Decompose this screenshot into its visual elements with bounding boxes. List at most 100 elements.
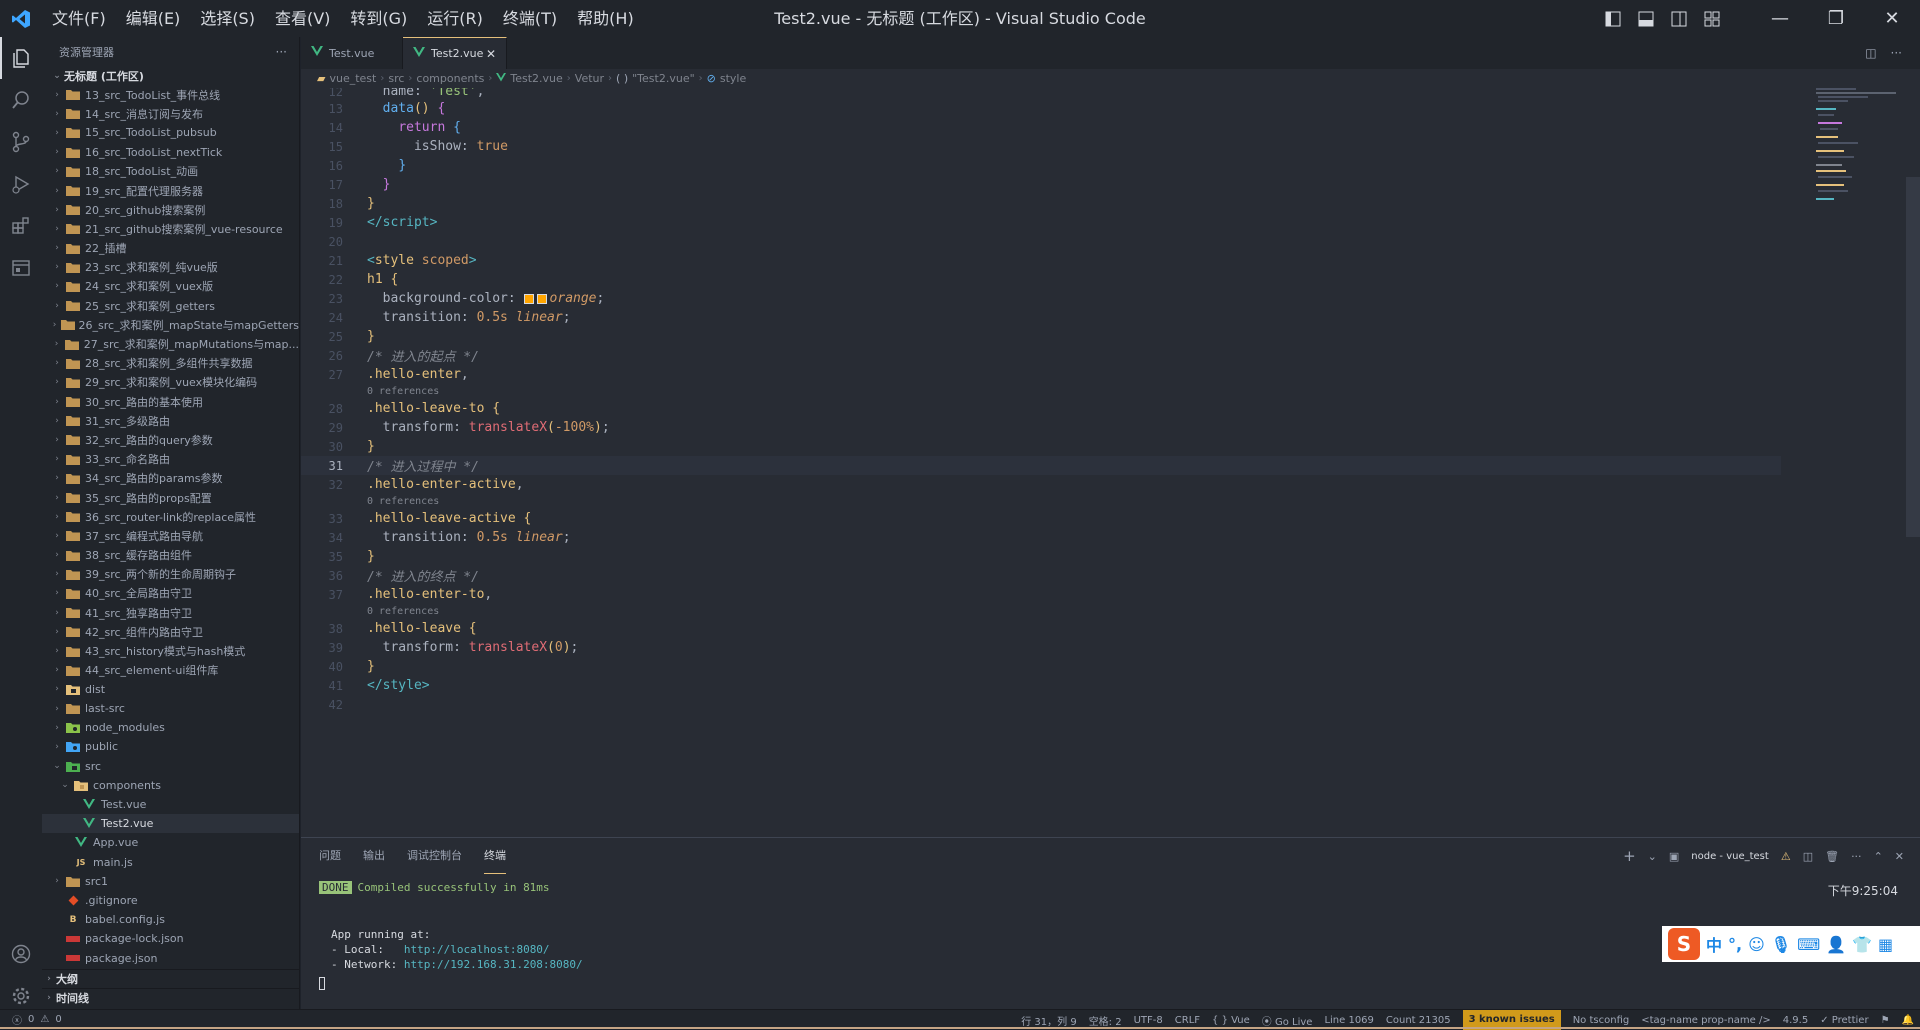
codelens-references[interactable]: 0 references — [367, 604, 1781, 619]
emoji-icon[interactable]: ☺ — [1748, 935, 1765, 954]
more-actions-icon[interactable]: ··· — [1891, 46, 1902, 60]
line-ending[interactable]: CRLF — [1175, 1015, 1200, 1026]
tree-folder[interactable]: › src1 — [42, 872, 299, 891]
tree-folder[interactable]: › 18_src_TodoList_动画 — [42, 162, 299, 181]
remote-explorer-icon[interactable] — [0, 247, 42, 289]
tree-folder[interactable]: › 27_src_求和案例_mapMutations与map... — [42, 334, 299, 353]
status-problems[interactable]: ⓧ 0 ⚠ 0 — [0, 1012, 62, 1027]
outline-section[interactable]: › 大纲 — [42, 969, 300, 988]
more-actions-icon[interactable]: ··· — [276, 45, 287, 59]
skin-icon[interactable]: 👕 — [1852, 935, 1872, 954]
timeline-section[interactable]: › 时间线 — [42, 988, 300, 1007]
source-control-icon[interactable] — [0, 121, 42, 163]
menu-terminal[interactable]: 终端(T) — [493, 0, 567, 37]
scrollbar-thumb[interactable] — [1906, 177, 1920, 537]
explorer-icon[interactable] — [0, 37, 42, 79]
sogou-logo-icon[interactable]: S — [1668, 928, 1700, 960]
chevron-down-icon[interactable]: ⌄ — [1648, 850, 1657, 863]
menu-help[interactable]: 帮助(H) — [567, 0, 644, 37]
line-count[interactable]: Line 1069 — [1324, 1015, 1373, 1026]
tree-file[interactable]: Bbabel.config.js — [42, 910, 299, 929]
tree-file[interactable]: Test2.vue — [42, 814, 299, 834]
code-editor[interactable]: 12 name: 'Test', 13 data() { 14 return {… — [301, 88, 1781, 831]
keyboard-icon[interactable]: ⌨ — [1797, 935, 1820, 954]
tree-folder[interactable]: › 20_src_github搜索案例 — [42, 200, 299, 219]
ime-punctuation[interactable]: °, — [1728, 935, 1742, 954]
tree-folder[interactable]: › 19_src_配置代理服务器 — [42, 181, 299, 200]
local-url[interactable]: http://localhost:8080/ — [404, 943, 550, 956]
tree-folder[interactable]: › 38_src_缓存路由组件 — [42, 546, 299, 565]
notifications-icon[interactable]: 🔔 — [1902, 1015, 1914, 1026]
tree-folder[interactable]: › 24_src_求和案例_vuex版 — [42, 277, 299, 296]
toggle-primary-sidebar-icon[interactable] — [1596, 0, 1629, 37]
tab-debug-console[interactable]: 调试控制台 — [407, 838, 462, 874]
color-swatch[interactable] — [523, 293, 534, 304]
run-debug-icon[interactable] — [0, 163, 42, 205]
tree-folder[interactable]: › 43_src_history模式与hash模式 — [42, 641, 299, 660]
network-url[interactable]: http://192.168.31.208:8080/ — [404, 958, 583, 971]
tree-file[interactable]: JS main.js — [42, 853, 299, 872]
tab-test-vue[interactable]: Test.vue — [301, 37, 403, 69]
codelens-references[interactable]: 0 references — [367, 494, 1781, 509]
tree-folder[interactable]: ⌄ components — [42, 776, 299, 795]
breadcrumb-item[interactable]: vue_test — [329, 72, 376, 85]
tree-folder[interactable]: › 25_src_求和案例_getters — [42, 296, 299, 315]
tree-folder[interactable]: › 21_src_github搜索案例_vue-resource — [42, 219, 299, 238]
breadcrumb-item[interactable]: components — [416, 72, 484, 85]
feedback-icon[interactable]: ⚑ — [1881, 1015, 1890, 1026]
close-panel-icon[interactable]: ✕ — [1895, 850, 1904, 863]
customize-layout-icon[interactable] — [1695, 0, 1728, 37]
tree-folder[interactable]: › dist — [42, 680, 299, 699]
tree-folder[interactable]: › 28_src_求和案例_多组件共享数据 — [42, 354, 299, 373]
tree-folder[interactable]: › 29_src_求和案例_vuex模块化编码 — [42, 373, 299, 392]
tag-hint[interactable]: <tag-name prop-name /> — [1641, 1015, 1771, 1026]
close-window-button[interactable]: ✕ — [1864, 0, 1920, 37]
tree-folder[interactable]: › 35_src_路由的props配置 — [42, 488, 299, 507]
breadcrumb-item[interactable]: Test2.vue — [510, 72, 562, 85]
minimize-button[interactable]: — — [1752, 0, 1808, 37]
tree-file[interactable]: App.vue — [42, 833, 299, 852]
tree-folder[interactable]: › 15_src_TodoList_pubsub — [42, 123, 299, 142]
go-live[interactable]: ⦿ Go Live — [1262, 1013, 1313, 1028]
ime-language[interactable]: 中 — [1706, 932, 1722, 956]
cursor-position[interactable]: 行 31，列 9 — [1021, 1013, 1076, 1028]
tree-folder[interactable]: › node_modules — [42, 718, 299, 737]
menu-run[interactable]: 运行(R) — [417, 0, 493, 37]
close-tab-icon[interactable]: ✕ — [486, 47, 496, 61]
indentation[interactable]: 空格: 2 — [1089, 1013, 1122, 1028]
tree-file[interactable]: package.json — [42, 948, 299, 967]
tree-folder[interactable]: › 37_src_编程式路由导航 — [42, 526, 299, 545]
tree-folder[interactable]: › 23_src_求和案例_纯vue版 — [42, 258, 299, 277]
toggle-secondary-sidebar-icon[interactable] — [1662, 0, 1695, 37]
new-terminal-icon[interactable]: + — [1623, 847, 1636, 865]
tree-folder[interactable]: › 26_src_求和案例_mapState与mapGetters — [42, 315, 299, 334]
tree-folder[interactable]: › public — [42, 737, 299, 756]
tree-folder[interactable]: › 14_src_消息订阅与发布 — [42, 104, 299, 123]
tree-folder[interactable]: › 32_src_路由的query参数 — [42, 430, 299, 449]
tree-folder[interactable]: › 34_src_路由的params参数 — [42, 469, 299, 488]
tree-folder[interactable]: › 41_src_独享路由守卫 — [42, 603, 299, 622]
menu-edit[interactable]: 编辑(E) — [116, 0, 191, 37]
menu-view[interactable]: 查看(V) — [265, 0, 340, 37]
toggle-panel-icon[interactable] — [1629, 0, 1662, 37]
ts-version[interactable]: 4.9.5 — [1783, 1015, 1808, 1026]
breadcrumb-item[interactable]: Vetur — [575, 72, 604, 85]
tree-folder[interactable]: › 44_src_element-ui组件库 — [42, 661, 299, 680]
tree-folder[interactable]: › 13_src_TodoList_事件总线 — [42, 85, 299, 104]
tab-problems[interactable]: 问题 — [319, 838, 341, 874]
restore-button[interactable]: ❐ — [1808, 0, 1864, 37]
toolbox-icon[interactable]: ▦ — [1878, 935, 1893, 954]
tree-folder[interactable]: › 22_插槽 — [42, 239, 299, 258]
codelens-references[interactable]: 0 references — [367, 384, 1781, 399]
color-swatch[interactable] — [536, 293, 547, 304]
tree-folder[interactable]: › 30_src_路由的基本使用 — [42, 392, 299, 411]
search-icon[interactable] — [0, 79, 42, 121]
microphone-icon[interactable]: 🎙 — [1771, 935, 1791, 954]
workspace-header[interactable]: ⌄ 无标题 (工作区) — [42, 67, 299, 85]
user-icon[interactable]: 👤 — [1826, 935, 1846, 954]
breadcrumb-item[interactable]: src — [388, 72, 404, 85]
menu-file[interactable]: 文件(F) — [42, 0, 116, 37]
accounts-icon[interactable] — [0, 933, 42, 975]
word-count[interactable]: Count 21305 — [1386, 1015, 1451, 1026]
language-mode[interactable]: { } Vue — [1212, 1015, 1250, 1026]
